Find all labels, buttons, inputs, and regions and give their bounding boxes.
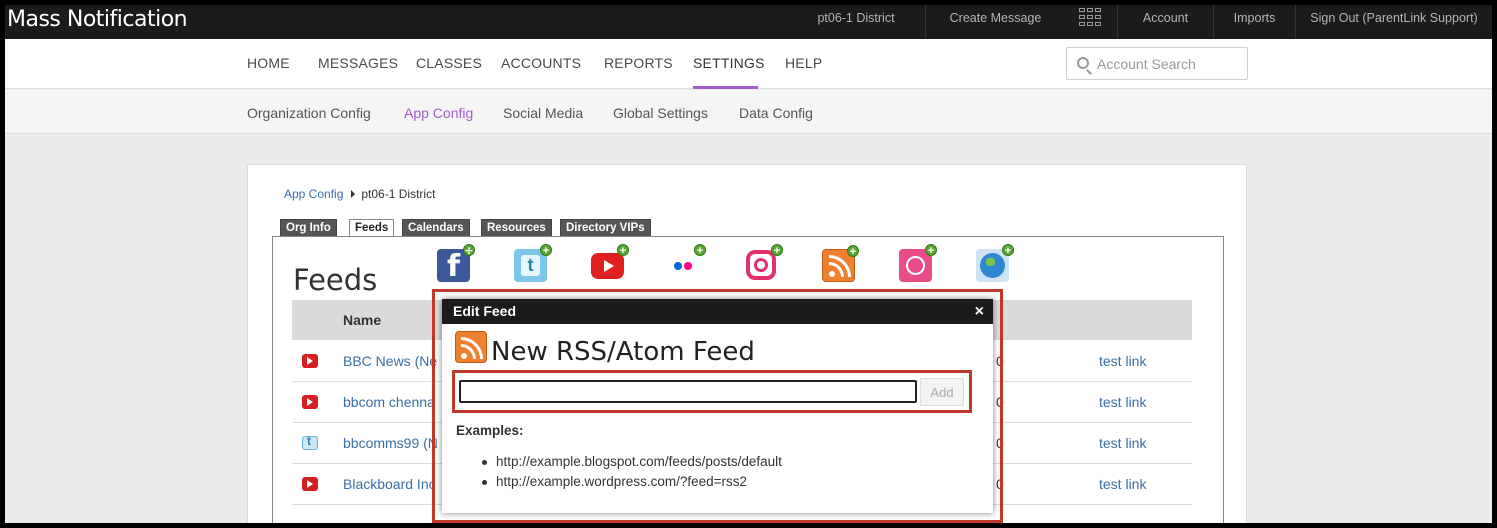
main-nav: HOME MESSAGES CLASSES ACCOUNTS REPORTS S… — [5, 39, 1492, 89]
test-link[interactable]: test link — [1099, 435, 1146, 451]
web-icon[interactable]: + — [976, 244, 1014, 282]
test-link[interactable]: test link — [1099, 476, 1146, 492]
chevron-right-icon — [351, 190, 356, 198]
top-bar: Mass Notification pt06-1 District Create… — [5, 5, 1492, 39]
examples-list: http://example.blogspot.com/feeds/posts/… — [480, 454, 782, 494]
youtube-icon — [302, 354, 318, 368]
feed-name-link[interactable]: BBC News (Ne — [343, 353, 437, 369]
subnav-organization-config[interactable]: Organization Config — [247, 105, 371, 121]
feeds-heading: Feeds — [293, 263, 378, 297]
nav-help[interactable]: HELP — [785, 55, 822, 71]
instagram-icon[interactable]: + — [745, 244, 783, 282]
district-menu[interactable]: pt06-1 District — [795, 5, 917, 39]
twitter-icon — [302, 434, 318, 450]
flickr-icon[interactable]: + — [668, 244, 706, 282]
account-search[interactable] — [1066, 47, 1248, 80]
account-link[interactable]: Account — [1117, 5, 1213, 39]
subnav-app-config[interactable]: App Config — [404, 105, 473, 121]
feed-name-link[interactable]: Blackboard Inc — [343, 476, 436, 492]
nav-accounts[interactable]: ACCOUNTS — [501, 55, 581, 71]
feed-name-link[interactable]: bbcomms99 (N — [343, 435, 438, 451]
search-input[interactable] — [1097, 54, 1242, 74]
create-message-link[interactable]: Create Message — [925, 5, 1065, 39]
nav-settings[interactable]: SETTINGS — [693, 55, 765, 71]
feed-url-input[interactable] — [459, 380, 917, 403]
nav-messages[interactable]: MESSAGES — [318, 55, 398, 71]
subnav-social-media[interactable]: Social Media — [503, 105, 583, 121]
subnav-data-config[interactable]: Data Config — [739, 105, 813, 121]
twitter-icon[interactable]: t + — [514, 244, 552, 282]
tab-resources[interactable]: Resources — [481, 219, 552, 237]
feed-type-title: New RSS/Atom Feed — [491, 337, 755, 367]
app-title: Mass Notification — [7, 7, 188, 32]
examples-label: Examples: — [456, 423, 524, 438]
feed-name-link[interactable]: bbcom chenna — [343, 394, 435, 410]
imports-link[interactable]: Imports — [1213, 5, 1295, 39]
rss-icon — [455, 331, 487, 363]
nav-home[interactable]: HOME — [247, 55, 290, 71]
list-item: http://example.wordpress.com/?feed=rss2 — [480, 474, 782, 494]
add-button[interactable]: Add — [920, 378, 964, 406]
rss-icon[interactable]: + — [822, 245, 859, 282]
nav-reports[interactable]: REPORTS — [604, 55, 673, 71]
youtube-icon — [302, 477, 318, 491]
grid-icon[interactable] — [1074, 5, 1106, 39]
breadcrumb-current: pt06-1 District — [361, 187, 436, 201]
sub-nav: Organization Config App Config Social Me… — [5, 90, 1492, 134]
breadcrumb-app-config[interactable]: App Config — [284, 187, 343, 201]
facebook-icon[interactable]: f + — [437, 244, 475, 284]
dialog-header: Edit Feed × — [442, 299, 993, 324]
edit-feed-dialog: Edit Feed × New RSS/Atom Feed Add Exampl… — [442, 299, 993, 513]
nav-classes[interactable]: CLASSES — [416, 55, 482, 71]
dribbble-icon[interactable]: + — [899, 244, 937, 282]
app-window: Mass Notification pt06-1 District Create… — [5, 5, 1492, 523]
youtube-icon — [302, 395, 318, 409]
test-link[interactable]: test link — [1099, 394, 1146, 410]
active-nav-indicator — [693, 86, 758, 89]
search-icon — [1077, 57, 1089, 69]
test-link[interactable]: test link — [1099, 353, 1146, 369]
tab-calendars[interactable]: Calendars — [402, 219, 470, 237]
youtube-icon[interactable]: + — [591, 244, 629, 282]
breadcrumb: App Config pt06-1 District — [284, 187, 435, 201]
tab-org-info[interactable]: Org Info — [280, 219, 337, 237]
sign-out-link[interactable]: Sign Out (ParentLink Support) — [1295, 5, 1492, 39]
dialog-title: Edit Feed — [453, 303, 517, 319]
close-icon[interactable]: × — [975, 299, 984, 324]
subnav-global-settings[interactable]: Global Settings — [613, 105, 708, 121]
tab-directory-vips[interactable]: Directory VIPs — [560, 219, 651, 237]
column-name[interactable]: Name — [343, 312, 381, 328]
list-item: http://example.blogspot.com/feeds/posts/… — [480, 454, 782, 474]
